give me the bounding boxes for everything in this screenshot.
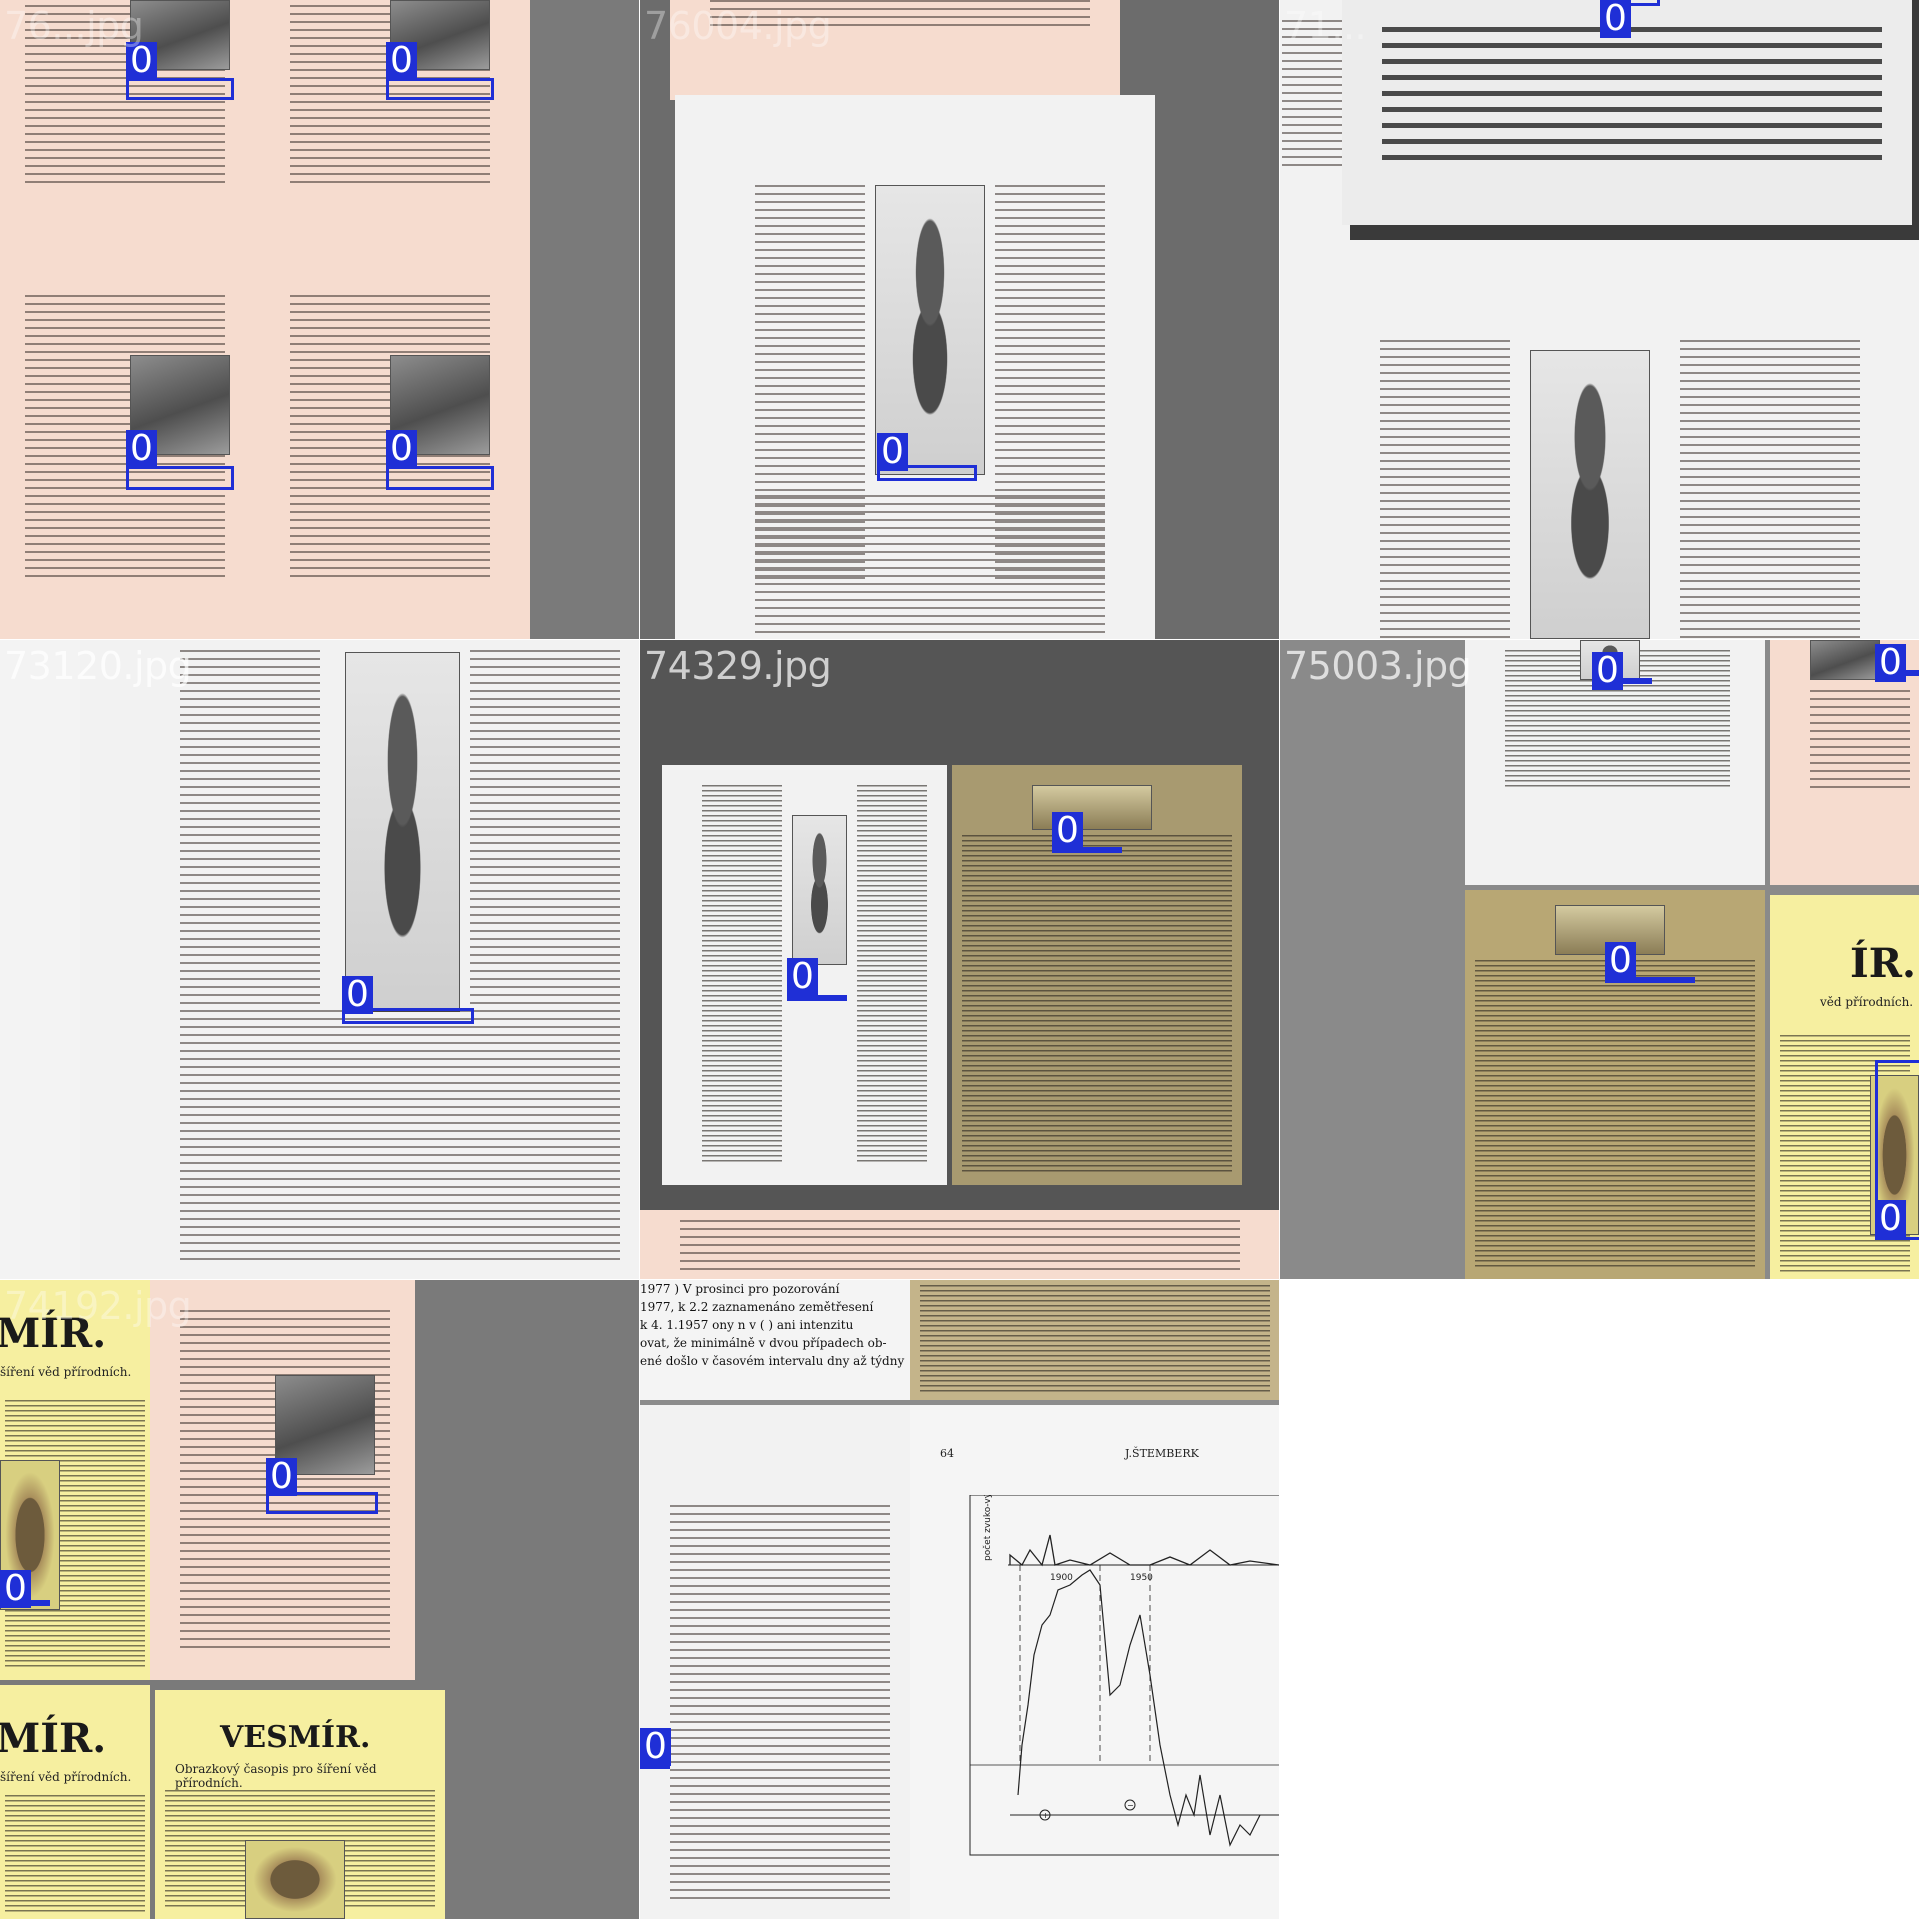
seismic-chart: 1900 1950 počet zvuko-vých podnětů + − (969, 1495, 1279, 1856)
tile-filename: 75003.jpg (1284, 644, 1472, 688)
vesmir-subtitle: šíření věd přírodních. (0, 1365, 132, 1379)
snippet-line: 1977, k 2.2 zaznamenáno zemětřesení (640, 1300, 874, 1314)
x-tick-1900: 1900 (1050, 1573, 1073, 1583)
box-class-label: 0 (0, 1570, 31, 1608)
mirrored-text (1382, 20, 1882, 160)
newspaper-page (952, 765, 1242, 1185)
box-class-label: 0 (1600, 0, 1631, 38)
bounding-box[interactable] (386, 466, 494, 490)
tile-3[interactable]: 0 71... (1280, 0, 1919, 639)
box-class-label: 0 (342, 976, 373, 1014)
left-margin-page (1280, 0, 1350, 639)
text-block (180, 650, 320, 1010)
box-class-label: 0 (1605, 942, 1636, 980)
tile-2[interactable]: 0 76004.jpg (640, 0, 1279, 639)
text-block (702, 785, 782, 1165)
vesmir-subtitle: Obrazkový časopis pro šíření věd přírodn… (175, 1762, 377, 1790)
pink-page-bottom (640, 1210, 1279, 1279)
vesmir-masthead: ÍR. (1850, 940, 1916, 987)
text-block (5, 1795, 145, 1915)
text-block (1810, 690, 1910, 790)
chart-page-number: 64 (940, 1447, 954, 1460)
x-tick-1950: 1950 (1130, 1573, 1153, 1583)
marker-minus: − (1127, 1801, 1134, 1810)
tile-5[interactable]: 0 0 74329.jpg (640, 640, 1279, 1279)
vesmir-subtitle: šíření věd přírodních. (0, 1770, 132, 1784)
count-series (1009, 1534, 1279, 1567)
statue-illustration (1530, 350, 1650, 639)
text-block (1380, 340, 1510, 639)
text-block (962, 835, 1232, 1175)
text-block (920, 1285, 1270, 1395)
snippet-line: ovat, že minimálně v dvou případech ob- (640, 1336, 887, 1350)
bounding-box[interactable] (126, 466, 234, 490)
tile-7[interactable]: MÍR. šíření věd přírodních. MÍR. šíření … (0, 1280, 639, 1919)
image-mosaic: 0 0 0 0 76...jpg 0 76004.jpg 0 71... 0 7… (0, 0, 1920, 1920)
tile-1[interactable]: 0 0 0 0 76...jpg (0, 0, 639, 639)
snippet-line: k 4. 1.1957 ony n v ( ) ani intenzitu (640, 1318, 854, 1332)
tile-4[interactable]: 0 73120.jpg (0, 640, 639, 1279)
statue-page-mirrored (80, 640, 639, 1279)
text-block (755, 495, 1105, 639)
box-class-label: 0 (386, 42, 417, 80)
y-axis-label: počet zvuko-vých podnětů (982, 1495, 993, 1561)
box-class-label: 0 (1052, 812, 1083, 850)
snippet-line: ené došlo v časovém intervalu dny až týd… (640, 1354, 905, 1368)
statue-illustration (345, 652, 460, 1012)
vesmir-masthead: VESMÍR. (220, 1720, 371, 1755)
statue-page (675, 95, 1155, 639)
tile-9-empty (1280, 1280, 1919, 1919)
text-block (470, 650, 620, 1010)
scene-illustration (1032, 785, 1152, 830)
text-block (680, 1220, 1240, 1275)
box-class-label: 0 (386, 430, 417, 468)
box-class-label: 0 (1875, 644, 1906, 682)
tile-filename: 73120.jpg (4, 644, 192, 688)
box-class-label: 0 (787, 958, 818, 996)
newspaper-strip (910, 1280, 1279, 1400)
tile-filename: 76...jpg (4, 4, 144, 48)
vesmir-page: MÍR. šíření věd přírodních. (0, 1685, 150, 1919)
tile-filename: 74329.jpg (644, 644, 832, 688)
tile-filename: 74192.jpg (4, 1284, 192, 1328)
text-block (670, 1505, 890, 1905)
tile-filename: 71... (1284, 4, 1367, 48)
statue-page-mirrored (1350, 240, 1919, 639)
text-block (1475, 960, 1755, 1270)
text-snippet-page: 1977 ) V prosinci pro pozorování 1977, k… (640, 1280, 910, 1400)
box-class-label: 0 (126, 430, 157, 468)
chart-author: J.ŠTEMBERK (1125, 1447, 1199, 1460)
box-class-label: 0 (1875, 1200, 1906, 1238)
box-class-label: 0 (266, 1458, 297, 1496)
box-class-label: 0 (877, 433, 908, 471)
box-class-label: 0 (1592, 652, 1623, 690)
activity-series (1017, 1569, 1261, 1847)
snippet-line: 1977 ) V prosinci pro pozorování (640, 1282, 840, 1296)
insect-illustration (245, 1840, 345, 1919)
vesmir-subtitle: věd přírodních. (1820, 995, 1914, 1009)
stove-illustration (1810, 640, 1880, 680)
bounding-box[interactable] (386, 78, 494, 100)
text-snippet: 1977 ) V prosinci pro pozorování 1977, k… (640, 1280, 910, 1370)
chart-page: 64 J.ŠTEMBERK 1900 1950 počet zvuko-vých… (910, 1405, 1279, 1919)
text-block (180, 1010, 620, 1260)
chart-frame (969, 1495, 1279, 1856)
vesmir-page: MÍR. šíření věd přírodních. (0, 1280, 150, 1680)
text-block (1382, 20, 1882, 160)
text-block (857, 785, 927, 1165)
tile-6[interactable]: ÍR. věd přírodních. 0 0 0 0 75003.jpg (1280, 640, 1919, 1279)
bounding-box[interactable] (126, 78, 234, 100)
box-class-label: 0 (640, 1728, 671, 1766)
statue-page (640, 1405, 910, 1919)
vesmir-masthead: MÍR. (0, 1715, 107, 1762)
vesmir-page: VESMÍR. Obrazkový časopis pro šíření věd… (155, 1690, 445, 1919)
tile-8[interactable]: 1977 ) V prosinci pro pozorování 1977, k… (640, 1280, 1279, 1919)
text-block (1680, 340, 1860, 639)
tile-filename: 76004.jpg (644, 4, 832, 48)
statue-illustration (792, 815, 847, 965)
